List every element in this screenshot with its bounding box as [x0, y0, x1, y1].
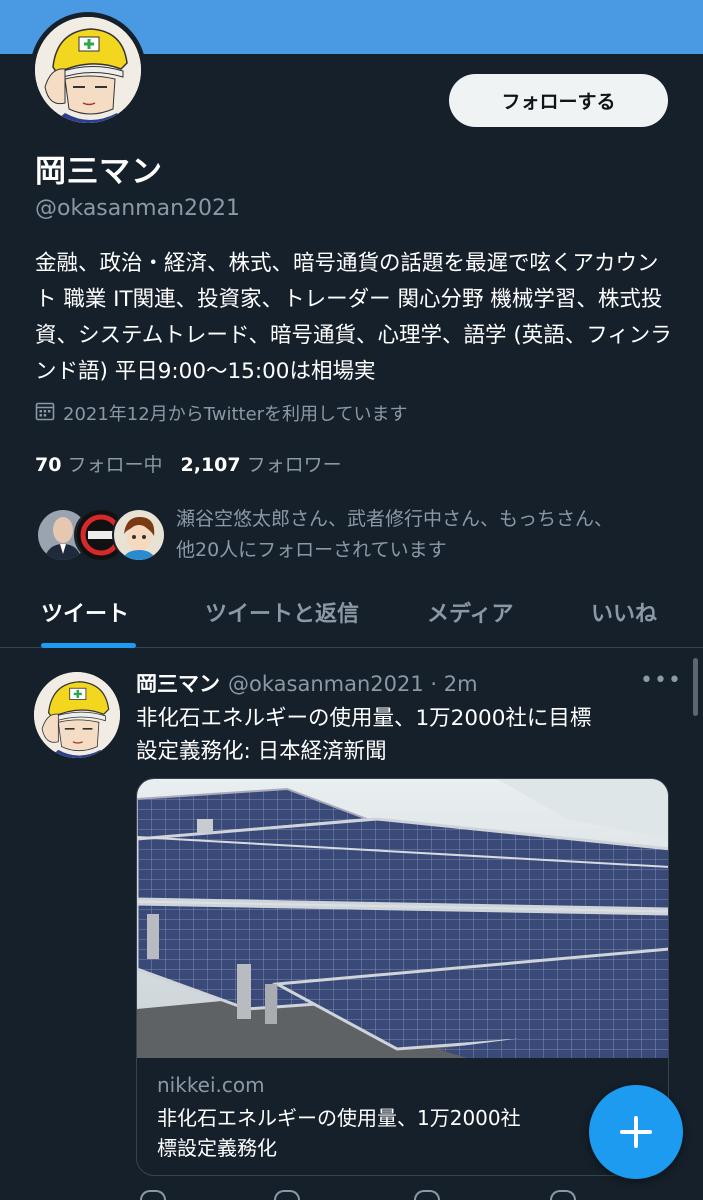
followed-by-avatars [36, 504, 166, 566]
tweet-text: 非化石エネルギーの使用量、1万2000社に目標 設定義務化: 日本経済新聞 [136, 702, 676, 768]
following-count: 70 [35, 454, 62, 476]
followed-by-line1: 瀬谷空悠太郎さん、武者修行中さん、もっちさん、 [176, 508, 614, 530]
followers-label: フォロワー [246, 454, 342, 476]
card-title-line1: 非化石エネルギーの使用量、1万2000社 [157, 1106, 521, 1130]
display-name: 岡三マン [35, 154, 163, 190]
tab-likes[interactable]: いいね [591, 596, 657, 628]
more-icon[interactable]: ••• [640, 668, 682, 693]
following-link[interactable]: 70 フォロー中 [35, 450, 163, 477]
joined-text: 2021年12月からTwitterを利用しています [63, 404, 408, 425]
card-title: 非化石エネルギーの使用量、1万2000社 標設定義務化 [157, 1103, 597, 1163]
followers-link[interactable]: 2,107 フォロワー [181, 450, 342, 477]
retweet-icon[interactable] [274, 1190, 300, 1200]
link-card[interactable]: nikkei.com 非化石エネルギーの使用量、1万2000社 標設定義務化 [136, 778, 669, 1176]
followed-by[interactable]: 瀬谷空悠太郎さん、武者修行中さん、もっちさん、 他20人にフォローされています [36, 504, 613, 566]
tab-tweets-and-replies[interactable]: ツイートと返信 [205, 596, 359, 628]
follow-button[interactable]: フォローする [449, 74, 668, 127]
followers-count: 2,107 [180, 454, 241, 476]
plus-icon [620, 1116, 652, 1148]
joined-date: 2021年12月からTwitterを利用しています [35, 400, 408, 426]
profile-handle: @okasanman2021 [35, 196, 241, 221]
tweet-text-line2: 設定義務化: 日本経済新聞 [136, 739, 387, 764]
card-image-solar-panels [137, 779, 668, 1058]
tweet-avatar[interactable] [34, 672, 120, 758]
tab-tweets[interactable]: ツイート [41, 596, 129, 628]
tweet-meta: @okasanman2021 · 2m [228, 672, 478, 696]
following-label: フォロー中 [67, 454, 163, 476]
avatar-illustration [34, 672, 120, 758]
followed-by-text: 瀬谷空悠太郎さん、武者修行中さん、もっちさん、 他20人にフォローされています [176, 504, 613, 566]
tab-media[interactable]: メディア [427, 596, 513, 628]
scrollbar[interactable] [693, 658, 698, 716]
tweet-header: 岡三マン @okasanman2021 · 2m [136, 668, 478, 698]
card-title-line2: 標設定義務化 [157, 1136, 277, 1160]
reply-icon[interactable] [140, 1190, 166, 1200]
profile-avatar[interactable] [30, 12, 146, 128]
avatar [112, 508, 166, 562]
followed-by-line2: 他20人にフォローされています [176, 539, 447, 561]
like-icon[interactable] [414, 1190, 440, 1200]
avatar-illustration [35, 17, 141, 123]
compose-tweet-button[interactable] [589, 1085, 683, 1179]
profile-bio: 金融、政治・経済、株式、暗号通貨の話題を最遅で呟くアカウント 職業 IT関連、投… [35, 251, 672, 384]
tweet-author-name[interactable]: 岡三マン [136, 668, 220, 698]
calendar-icon [35, 401, 55, 426]
tweet-text-line1: 非化石エネルギーの使用量、1万2000社に目標 [136, 706, 592, 731]
share-icon[interactable] [550, 1190, 576, 1200]
active-tab-indicator [41, 643, 136, 648]
card-domain: nikkei.com [157, 1073, 265, 1097]
tweet-actions [136, 1190, 656, 1200]
follow-stats: 70 フォロー中 2,107 フォロワー [35, 450, 342, 477]
profile-tabs: ツイート ツイートと返信 メディア いいね [0, 588, 703, 648]
